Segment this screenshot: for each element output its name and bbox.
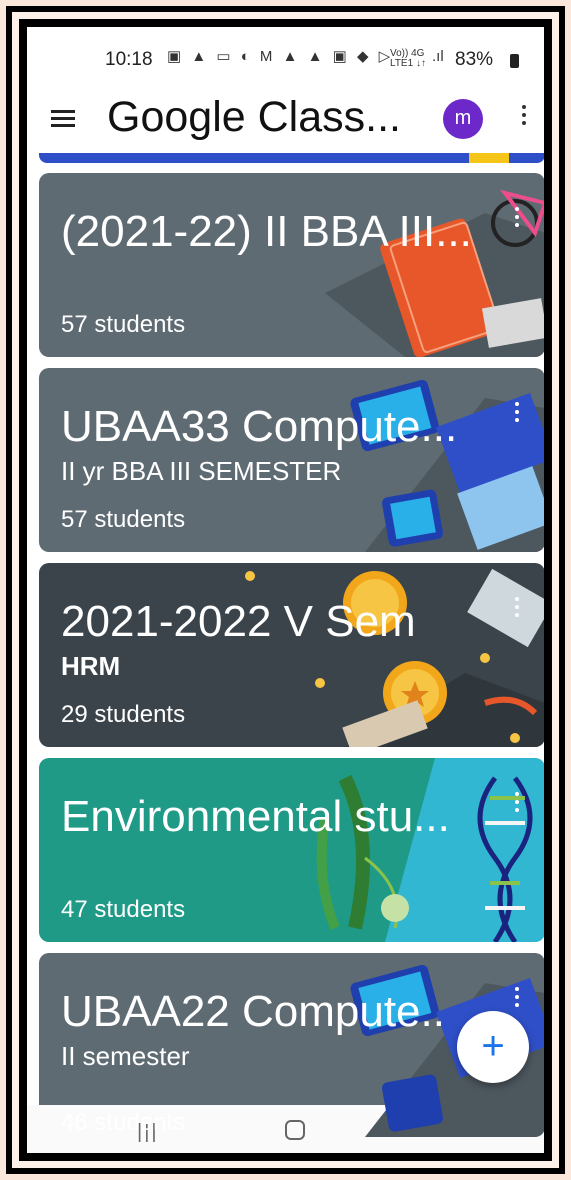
student-count: 47 students — [61, 896, 186, 923]
overflow-menu-icon[interactable] — [522, 105, 528, 133]
card-partial-decoration — [469, 153, 509, 163]
class-title: Environmental stu... — [61, 792, 450, 841]
signal-icon: .ıl — [432, 48, 444, 65]
nature-dna-illustration — [316, 758, 544, 942]
card-partial-top[interactable] — [39, 153, 544, 163]
network-bottom-label: LTE1 ↓↑ — [390, 58, 426, 69]
app-bar: Google Class... m — [27, 89, 544, 153]
status-bar: 10:18 ▣ ▲ ▭ ◐ M ▲ ▲ ▣ ◆ ▷ Vo)) 4G LTE1 ↓… — [27, 27, 544, 89]
class-title: UBAA22 Compute.. — [61, 987, 445, 1036]
class-subtitle: HRM — [61, 651, 121, 681]
card-menu-icon[interactable] — [515, 987, 519, 1011]
class-card-1[interactable]: (2021-22) II BBA III... 57 students — [39, 173, 544, 357]
card-menu-icon[interactable] — [515, 207, 519, 231]
app-title: Google Class... — [107, 93, 401, 141]
decor-dot — [245, 571, 255, 581]
class-card-2[interactable]: UBAA33 Compute... II yr BBA III SEMESTER… — [39, 368, 544, 552]
book-illustration — [325, 189, 544, 357]
network-indicator: Vo)) 4G LTE1 ↓↑ — [390, 49, 426, 69]
phone-screen: 10:18 ▣ ▲ ▭ ◐ M ▲ ▲ ▣ ◆ ▷ Vo)) 4G LTE1 ↓… — [27, 27, 544, 1153]
card-menu-icon[interactable] — [515, 597, 519, 621]
notification-icons: ▣ ▲ ▭ ◐ M ▲ ▲ ▣ ◆ ▷ — [167, 48, 394, 65]
class-title: UBAA33 Compute... — [61, 402, 458, 451]
battery-icon — [510, 54, 519, 68]
student-count: 57 students — [61, 506, 186, 533]
student-count: 46 students — [61, 1109, 186, 1136]
class-card-4[interactable]: Environmental stu... 47 students — [39, 758, 544, 942]
card-menu-icon[interactable] — [515, 792, 519, 816]
class-subtitle: II yr BBA III SEMESTER — [61, 456, 342, 486]
coins-illustration — [315, 568, 544, 747]
class-card-3[interactable]: 2021-2022 V Sem HRM 29 students — [39, 563, 544, 747]
status-time: 10:18 — [105, 49, 153, 70]
add-class-fab[interactable]: + — [457, 1011, 529, 1083]
student-count: 29 students — [61, 701, 186, 728]
class-subtitle: II semester — [61, 1041, 190, 1071]
class-title: (2021-22) II BBA III... — [61, 207, 472, 256]
student-count: 57 students — [61, 311, 186, 338]
battery-level: 83% — [455, 49, 494, 70]
account-avatar[interactable]: m — [443, 99, 483, 139]
hamburger-menu-icon[interactable] — [51, 107, 75, 131]
class-title: 2021-2022 V Sem — [61, 597, 416, 646]
card-menu-icon[interactable] — [515, 402, 519, 426]
